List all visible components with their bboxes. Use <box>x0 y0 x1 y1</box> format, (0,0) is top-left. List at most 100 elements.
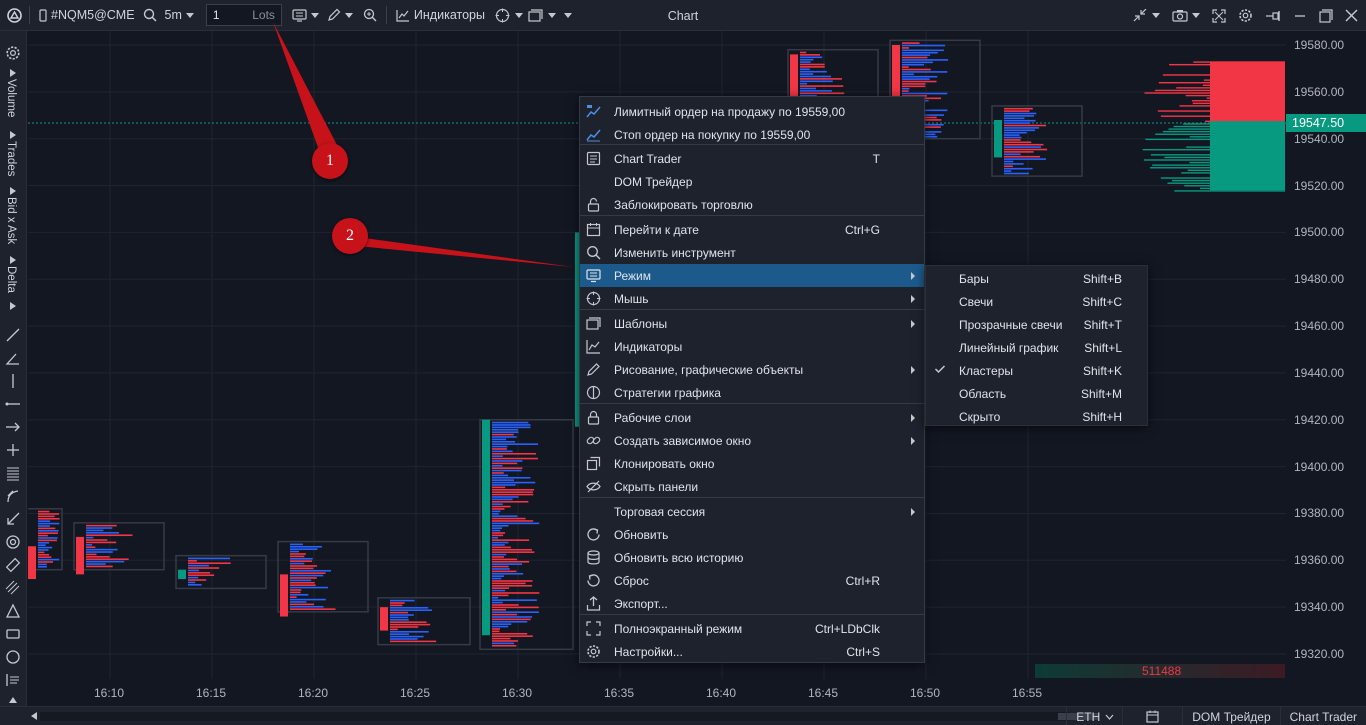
mode-option[interactable]: Кластеры Shift+K <box>926 359 1147 382</box>
menu-item-database[interactable]: Обновить всю историю <box>580 546 924 569</box>
footprint-bar <box>390 633 410 635</box>
search-icon[interactable] <box>143 8 157 22</box>
chevron-down-icon[interactable] <box>547 12 556 18</box>
triangle-tool-icon[interactable] <box>5 603 22 620</box>
menu-item-limit-order[interactable]: Лимитный ордер на продажу по 19559,00 <box>580 100 924 123</box>
zoom-in-icon[interactable] <box>363 8 377 22</box>
restore-icon[interactable] <box>1319 8 1333 23</box>
date-picker-button[interactable] <box>1122 707 1182 725</box>
expand-triangle-icon[interactable] <box>9 692 17 703</box>
gear-icon[interactable] <box>1238 8 1253 23</box>
chevron-down-icon[interactable] <box>1152 13 1160 18</box>
chart-mode-button[interactable] <box>288 0 323 31</box>
arrow-tool-icon[interactable] <box>5 511 22 528</box>
cross-tool-icon[interactable] <box>5 442 22 459</box>
drawing-tools-button[interactable] <box>323 0 357 31</box>
menu-item-reset[interactable]: Сброс Ctrl+R <box>580 569 924 592</box>
menu-item-strategy[interactable]: Стратегии графика <box>580 381 924 404</box>
pin-icon[interactable] <box>1265 10 1281 22</box>
menu-item-refresh[interactable]: Обновить <box>580 523 924 546</box>
footprint-bar <box>38 510 50 513</box>
quantity-field[interactable]: 1 Lots <box>205 4 282 26</box>
fork-tool-icon[interactable] <box>5 488 22 505</box>
menu-item-chart-trader[interactable]: Chart Trader T <box>580 147 924 170</box>
menu-item-templates[interactable]: Шаблоны <box>580 312 924 335</box>
quantity-value[interactable]: 1 <box>207 8 241 22</box>
settings-gear-icon[interactable] <box>5 45 22 62</box>
mode-option[interactable]: Скрыто Shift+H <box>926 405 1147 428</box>
expand-triangle-icon[interactable] <box>10 184 16 195</box>
close-icon[interactable] <box>1345 9 1358 22</box>
crosshair-icon[interactable] <box>495 8 510 23</box>
menu-item-item-3[interactable]: DOM Трейдер <box>580 170 924 193</box>
chevron-down-icon[interactable] <box>563 12 572 18</box>
menu-item-crosshair[interactable]: Мышь <box>580 287 924 310</box>
panel-trades-label[interactable]: Trades <box>5 141 17 176</box>
dom-trader-label: DOM Трейдер <box>1192 709 1271 724</box>
candle-body <box>28 546 36 580</box>
menu-divider <box>580 215 924 216</box>
rectangle-tool-icon[interactable] <box>5 626 22 643</box>
mode-option[interactable]: Свечи Shift+C <box>926 290 1147 313</box>
menu-item-link[interactable]: Создать зависимое окно <box>580 429 924 452</box>
vertical-line-icon[interactable] <box>5 373 22 390</box>
candle-body <box>482 419 490 636</box>
timeframe-dropdown[interactable]: 5m <box>159 0 200 31</box>
menu-item-mode[interactable]: Режим <box>580 264 924 287</box>
menu-item-pencil[interactable]: Рисование, графические объекты <box>580 358 924 381</box>
menu-item-indicators[interactable]: Индикаторы <box>580 335 924 358</box>
fib-tool-icon[interactable] <box>5 465 22 482</box>
camera-icon[interactable] <box>1172 9 1188 22</box>
circle-tool-icon[interactable] <box>5 649 22 666</box>
chart-trader-button[interactable]: Chart Trader <box>1279 707 1366 725</box>
menu-item-export[interactable]: Экспорт... <box>580 592 924 615</box>
chevron-down-icon[interactable] <box>1192 13 1200 18</box>
panel-delta-label[interactable]: Delta <box>5 266 17 293</box>
app-logo[interactable] <box>0 0 26 31</box>
mode-option[interactable]: Линейный график Shift+L <box>926 336 1147 359</box>
expand-triangle-icon[interactable] <box>10 66 16 77</box>
chevron-right-icon <box>911 272 915 280</box>
indicators-button[interactable]: Индикаторы <box>390 0 491 31</box>
templates-icon[interactable] <box>528 8 543 22</box>
dom-trader-button[interactable]: DOM Трейдер <box>1182 707 1279 725</box>
line-tool-icon[interactable] <box>5 327 22 344</box>
menu-item-clone[interactable]: Клонировать окно <box>580 452 924 475</box>
mode-option[interactable]: Бары Shift+B <box>926 267 1147 290</box>
panel-bid-ask-label[interactable]: Bid x Ask <box>5 197 17 244</box>
minimize-icon[interactable] <box>1293 10 1307 22</box>
session-dropdown[interactable]: ETH <box>1066 707 1122 725</box>
symbol-selector[interactable]: #NQM5@CME <box>33 0 141 31</box>
menu-item-lock[interactable]: Заблокировать торговлю <box>580 193 924 216</box>
mode-option[interactable]: Прозрачные свечи Shift+T <box>926 313 1147 336</box>
menu-item-layers[interactable]: Рабочие слои <box>580 406 924 429</box>
target-tool-icon[interactable] <box>5 534 22 551</box>
chevron-down-icon[interactable] <box>514 12 523 18</box>
horizontal-scrollbar[interactable] <box>40 712 1098 721</box>
menu-item-search[interactable]: Изменить инструмент <box>580 241 924 264</box>
angle-tool-icon[interactable] <box>5 350 22 367</box>
bottom-bar: ETH DOM Трейдер Chart Trader <box>0 706 1366 725</box>
expand-triangle-icon[interactable] <box>10 253 16 264</box>
menu-item-stop-order[interactable]: Стоп ордер на покупку по 19559,00 <box>580 123 924 146</box>
scroll-left-icon[interactable] <box>31 712 37 720</box>
menu-item-fullscreen[interactable]: Полноэкранный режим Ctrl+LDbClk <box>580 617 924 640</box>
shrink-icon[interactable] <box>1132 8 1148 23</box>
menu-item-calendar[interactable]: Перейти к дате Ctrl+G <box>580 218 924 241</box>
panel-volume-label[interactable]: Volume <box>5 79 17 117</box>
expand-triangle-icon[interactable] <box>10 128 16 139</box>
horizontal-line-icon[interactable] <box>5 396 22 413</box>
menu-item-item-17[interactable]: Торговая сессия <box>580 500 924 523</box>
mode-option[interactable]: Область Shift+M <box>926 382 1147 405</box>
ruler-tool-icon[interactable] <box>5 557 22 574</box>
gear-icon <box>586 644 601 659</box>
fullscreen-icon[interactable] <box>1212 8 1226 23</box>
expand-triangle-icon[interactable] <box>10 299 16 310</box>
text-list-icon[interactable] <box>5 672 22 689</box>
menu-item-gear[interactable]: Настройки... Ctrl+S <box>580 640 924 663</box>
footprint-bar <box>800 90 833 92</box>
ray-tool-icon[interactable] <box>5 419 22 436</box>
parallel-lines-icon[interactable] <box>5 580 22 597</box>
footprint-bar <box>290 584 316 586</box>
menu-item-hide[interactable]: Скрыть панели <box>580 475 924 498</box>
